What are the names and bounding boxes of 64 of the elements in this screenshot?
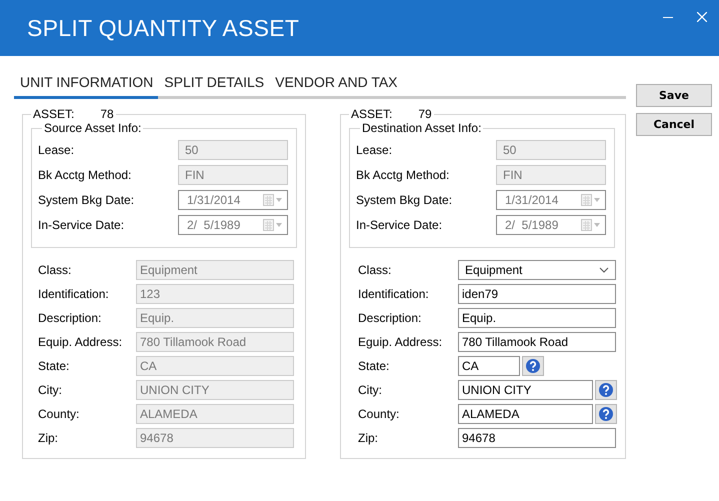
field-label: Description: (37, 311, 102, 325)
field-label: City: (357, 383, 383, 397)
date-field[interactable]: 1/31/2014 (178, 190, 288, 210)
calendar-icon (581, 194, 601, 206)
close-icon[interactable] (697, 12, 707, 22)
date-field[interactable]: 2/ 5/1989 (496, 214, 606, 234)
field-label: State: (37, 359, 70, 373)
tab[interactable]: VENDOR AND TAX (269, 72, 403, 99)
input-field[interactable]: Equip. (458, 308, 616, 328)
field-label: Identification: (37, 287, 110, 301)
help-button[interactable] (522, 356, 544, 376)
field-label: Description: (357, 311, 422, 325)
input-field[interactable]: ALAMEDA (458, 404, 593, 424)
dropdown[interactable]: Equipment (458, 260, 616, 280)
field-label: Bk Acctg Method: (38, 168, 132, 182)
field-label: Bk Acctg Method: (356, 168, 450, 182)
field-label: System Bkg Date: (356, 192, 454, 206)
input-field[interactable]: 94678 (458, 428, 616, 448)
input-field[interactable]: 780 Tillamook Road (458, 332, 616, 352)
input-field[interactable]: CA (458, 356, 520, 376)
help-icon (525, 358, 541, 374)
field-label: County: (357, 407, 400, 421)
tab[interactable]: SPLIT DETAILS (158, 72, 270, 99)
chevron-down-icon (599, 267, 609, 273)
field-label: In-Service Date: (356, 218, 444, 232)
field-label: Equip. Address: (37, 335, 124, 349)
group-label: ASSET: (351, 107, 392, 121)
dialog-button[interactable]: Cancel (636, 113, 712, 136)
calendar-icon (581, 218, 601, 230)
field-label: Class: (37, 263, 72, 277)
field-label: Lease: (356, 142, 394, 156)
help-button[interactable] (595, 380, 617, 400)
field-label: Zip: (357, 431, 380, 445)
date-field[interactable]: 1/31/2014 (496, 190, 606, 210)
group-label: Source Asset Info: (44, 121, 142, 135)
field-label: State: (357, 359, 390, 373)
field-label: Identification: (357, 287, 430, 301)
asset-number: 79 (418, 107, 432, 121)
field-label: In-Service Date: (38, 218, 126, 232)
input-field[interactable]: 50 (178, 140, 288, 160)
field-label: Class: (357, 263, 392, 277)
calendar-icon (263, 218, 283, 230)
group-label: ASSET: (33, 107, 74, 121)
input-field[interactable]: FIN (178, 164, 288, 184)
field-label: Zip: (37, 431, 60, 445)
help-icon (598, 406, 614, 422)
group-label: Destination Asset Info: (362, 121, 482, 135)
dialog-button[interactable]: Save (636, 84, 712, 107)
asset-number: 78 (100, 107, 114, 121)
date-field[interactable]: 2/ 5/1989 (178, 214, 288, 234)
field-label: Eguip. Address: (357, 335, 444, 349)
calendar-icon (263, 194, 283, 206)
field-label: City: (37, 383, 63, 397)
window-title: SPLIT QUANTITY ASSET (27, 14, 300, 42)
field-label: Lease: (38, 142, 76, 156)
help-icon (598, 382, 614, 398)
field-label: System Bkg Date: (38, 192, 136, 206)
input-field[interactable]: 50 (496, 140, 606, 160)
input-field[interactable]: FIN (496, 164, 606, 184)
input-field[interactable]: UNION CITY (458, 380, 593, 400)
field-label: County: (37, 407, 80, 421)
help-button[interactable] (595, 404, 617, 424)
input-field[interactable]: iden79 (458, 284, 616, 304)
tab[interactable]: UNIT INFORMATION (14, 72, 158, 99)
